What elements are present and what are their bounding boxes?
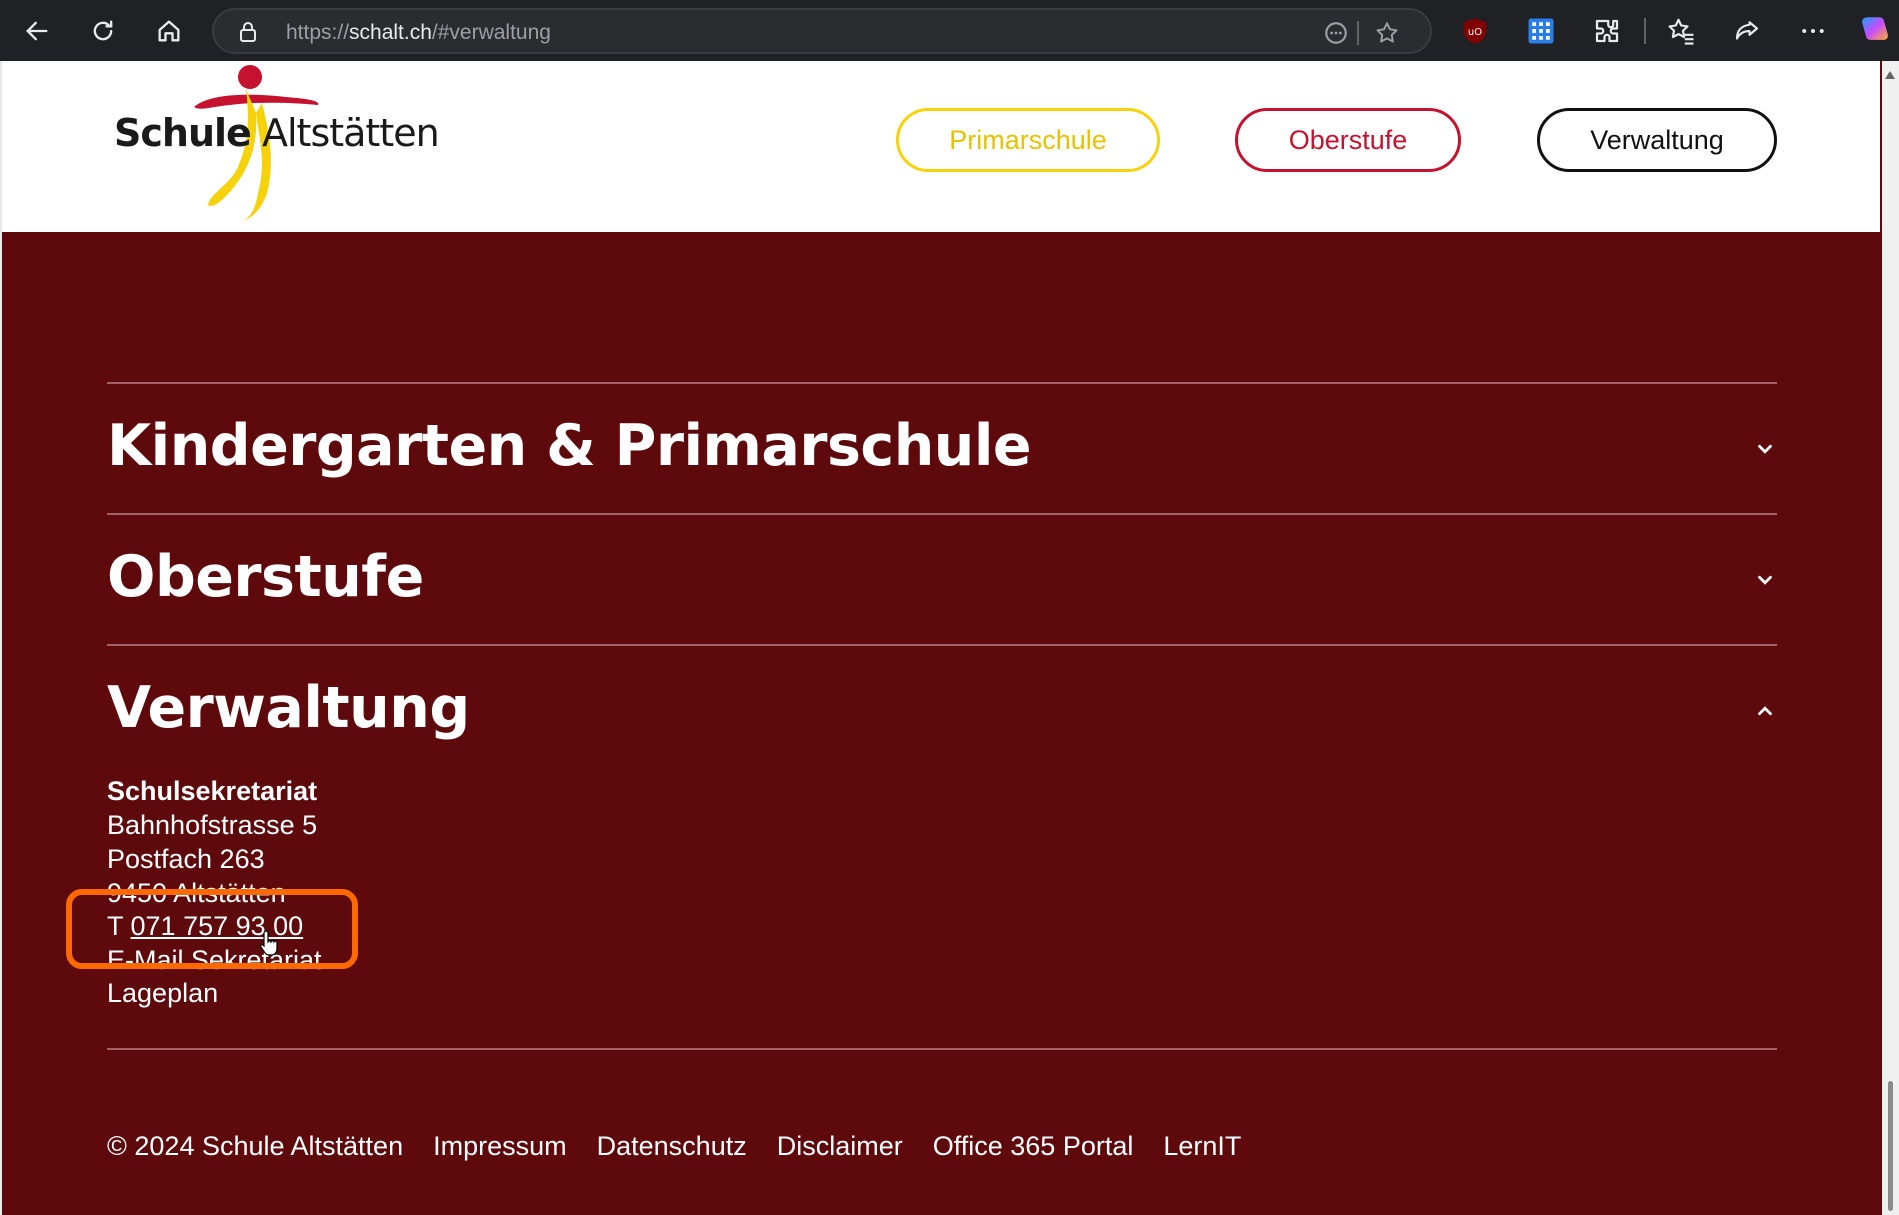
back-button[interactable] [17, 11, 57, 51]
url-text[interactable]: https://schalt.ch/#verwaltung [286, 21, 551, 45]
copilot-icon[interactable] [1858, 13, 1892, 47]
extensions-icon[interactable] [1592, 16, 1622, 46]
school-logo[interactable]: Schule Altstätten [110, 63, 440, 223]
footer-link-impressum[interactable]: Impressum [433, 1131, 567, 1162]
favorites-icon[interactable] [1666, 16, 1696, 46]
accordion-divider [107, 644, 1777, 646]
footer-copyright: © 2024 Schule Altstätten [107, 1131, 404, 1161]
grid-app-icon[interactable] [1526, 16, 1556, 46]
accordion-divider [107, 513, 1777, 515]
scroll-thumb[interactable] [1888, 1081, 1893, 1211]
chevron-down-icon[interactable] [1754, 569, 1776, 591]
home-icon [158, 20, 180, 42]
accordion-title-verwaltung[interactable]: Verwaltung [107, 675, 470, 741]
contact-postbox: Postfach 263 [107, 844, 265, 874]
accordion-title-oberstufe[interactable]: Oberstufe [107, 544, 424, 610]
nav-primarschule-button[interactable]: Primarschule [896, 108, 1160, 172]
chevron-up-icon[interactable] [1754, 700, 1776, 722]
contact-heading: Schulsekretariat [107, 776, 318, 806]
url-prefix: https:// [286, 21, 350, 44]
scroll-up-arrow-icon[interactable] [1885, 71, 1895, 79]
page-content: Schule Altstätten Primarschule Oberstufe… [0, 61, 1880, 1215]
footer-divider [107, 1048, 1777, 1050]
share-icon[interactable] [1732, 16, 1762, 46]
home-button[interactable] [149, 11, 189, 51]
reader-mode-icon[interactable] [1323, 20, 1349, 46]
site-footer: © 2024 Schule Altstätten Impressum Daten… [107, 1131, 1241, 1162]
url-host: schalt.ch [349, 21, 432, 44]
contact-street: Bahnhofstrasse 5 [107, 810, 318, 840]
url-path: /#verwaltung [431, 21, 551, 44]
url-separator [1357, 21, 1359, 45]
site-header: Schule Altstätten Primarschule Oberstufe… [2, 61, 1880, 232]
svg-text:uO: uO [1468, 27, 1482, 38]
footer-link-lernit[interactable]: LernIT [1163, 1131, 1241, 1162]
footer-link-datenschutz[interactable]: Datenschutz [597, 1131, 747, 1162]
browser-toolbar: https://schalt.ch/#verwaltung uO [0, 0, 1899, 61]
ublock-icon[interactable]: uO [1460, 16, 1490, 46]
address-bar[interactable]: https://schalt.ch/#verwaltung [212, 8, 1432, 54]
logo-word-schule: Schule [114, 111, 252, 155]
toolbar-separator [1644, 18, 1646, 44]
nav-oberstufe-button[interactable]: Oberstufe [1235, 108, 1461, 172]
hand-cursor-icon [260, 930, 278, 956]
reload-icon [93, 20, 113, 41]
lock-icon[interactable] [236, 20, 260, 44]
nav-verwaltung-button[interactable]: Verwaltung [1537, 108, 1777, 172]
chevron-down-icon[interactable] [1754, 438, 1776, 460]
favorite-star-icon[interactable] [1374, 20, 1400, 46]
footer-link-disclaimer[interactable]: Disclaimer [777, 1131, 903, 1162]
footer-link-office365[interactable]: Office 365 Portal [933, 1131, 1134, 1162]
accordion-divider [107, 382, 1777, 384]
back-arrow-icon [26, 21, 48, 41]
logo-word-altstaetten: Altstätten [262, 111, 440, 155]
phone-highlight-box [66, 889, 358, 969]
map-link[interactable]: Lageplan [107, 976, 218, 1010]
more-icon[interactable] [1798, 16, 1828, 46]
reload-button[interactable] [83, 11, 123, 51]
accordion-title-kindergarten[interactable]: Kindergarten & Primarschule [107, 413, 1032, 479]
page-scrollbar[interactable] [1882, 61, 1899, 1215]
